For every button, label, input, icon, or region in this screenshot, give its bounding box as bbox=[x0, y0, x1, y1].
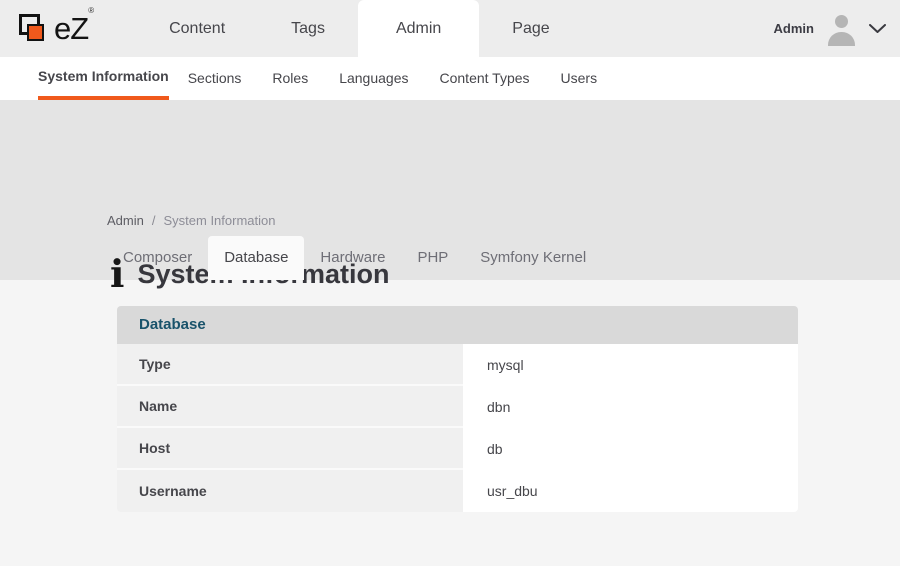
tab-database[interactable]: Database bbox=[208, 236, 304, 280]
registered-mark: ® bbox=[88, 6, 94, 15]
admin-subnav: System Information Sections Roles Langua… bbox=[0, 57, 900, 100]
tab-symfony-kernel[interactable]: Symfony Kernel bbox=[464, 236, 602, 280]
tab-hardware[interactable]: Hardware bbox=[304, 236, 401, 280]
menu-item-page[interactable]: Page bbox=[479, 0, 582, 57]
breadcrumb-separator: / bbox=[152, 213, 156, 228]
row-value-type: mysql bbox=[463, 344, 798, 386]
breadcrumb-admin-link[interactable]: Admin bbox=[107, 213, 144, 228]
breadcrumb-current: System Information bbox=[163, 213, 275, 228]
tab-php[interactable]: PHP bbox=[401, 236, 464, 280]
table-header: Database bbox=[117, 306, 798, 344]
row-value-username: usr_dbu bbox=[463, 470, 798, 512]
tab-composer[interactable]: Composer bbox=[107, 236, 208, 280]
system-info-tabs: Composer Database Hardware PHP Symfony K… bbox=[107, 236, 602, 280]
row-label-type: Type bbox=[117, 344, 463, 386]
logo-text: eZ bbox=[54, 9, 88, 49]
table-row: Username usr_dbu bbox=[117, 470, 798, 512]
avatar-icon bbox=[824, 11, 859, 46]
row-value-name: dbn bbox=[463, 386, 798, 428]
subnav-item-content-types[interactable]: Content Types bbox=[440, 57, 530, 100]
page-header-section: Admin/System Information ℹ System Inform… bbox=[0, 100, 900, 280]
row-value-host: db bbox=[463, 428, 798, 470]
row-label-name: Name bbox=[117, 386, 463, 428]
table-row: Name dbn bbox=[117, 386, 798, 428]
menu-item-content[interactable]: Content bbox=[136, 0, 258, 57]
topbar: eZ ® Content Tags Admin Page Admin bbox=[0, 0, 900, 57]
ez-logo-icon bbox=[12, 9, 54, 49]
logo-orange-square bbox=[27, 24, 44, 41]
chevron-down-icon[interactable] bbox=[869, 24, 886, 34]
database-info-table: Database Type mysql Name dbn Host db Use… bbox=[117, 306, 798, 512]
table-row: Type mysql bbox=[117, 344, 798, 386]
table-row: Host db bbox=[117, 428, 798, 470]
tab-content-section: Database Type mysql Name dbn Host db Use… bbox=[0, 280, 900, 566]
subnav-item-users[interactable]: Users bbox=[561, 57, 598, 100]
row-label-username: Username bbox=[117, 470, 463, 512]
ez-logo[interactable]: eZ ® bbox=[12, 0, 94, 57]
user-menu[interactable]: Admin bbox=[774, 0, 886, 57]
subnav-item-sections[interactable]: Sections bbox=[188, 57, 242, 100]
main-menu: Content Tags Admin Page bbox=[136, 0, 583, 57]
menu-item-tags[interactable]: Tags bbox=[258, 0, 358, 57]
row-label-host: Host bbox=[117, 428, 463, 470]
menu-item-admin[interactable]: Admin bbox=[358, 0, 479, 57]
subnav-item-languages[interactable]: Languages bbox=[339, 57, 408, 100]
subnav-item-system-information[interactable]: System Information bbox=[38, 57, 169, 100]
breadcrumb: Admin / System Information bbox=[107, 213, 275, 228]
user-name: Admin bbox=[774, 21, 814, 36]
subnav-item-roles[interactable]: Roles bbox=[272, 57, 308, 100]
